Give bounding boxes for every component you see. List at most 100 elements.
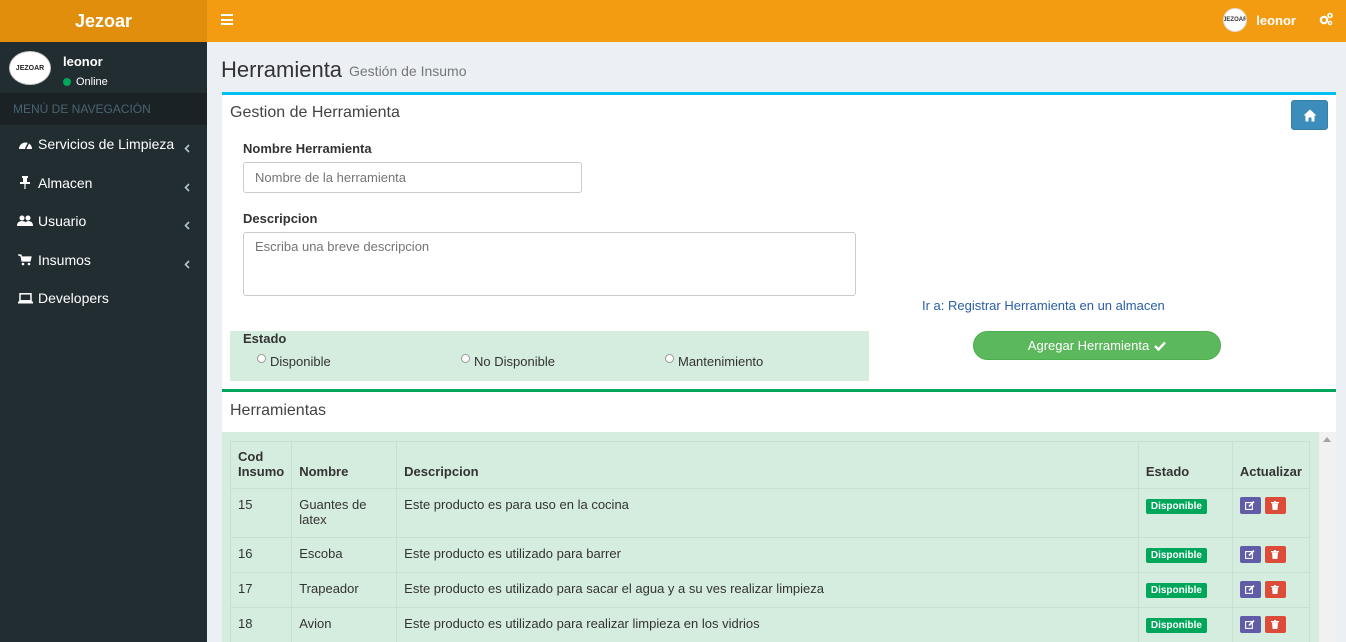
scroll-up-arrow-icon[interactable]	[1323, 437, 1331, 442]
table-row: 15 Guantes de latex Este producto es par…	[229, 488, 1311, 538]
table-scrollbar[interactable]	[1319, 432, 1336, 642]
cell-nombre: Trapeador	[291, 572, 398, 608]
name-label: Nombre Herramienta	[243, 141, 372, 156]
tools-table: Cod Insumo Nombre Descripcion Estado Act…	[229, 441, 1311, 642]
avatar: JEZOAR	[1223, 8, 1248, 32]
radio-icon	[665, 354, 674, 363]
column-header[interactable]: Nombre	[291, 441, 398, 489]
radio-icon	[257, 354, 266, 363]
cell-estado: Disponible	[1137, 488, 1233, 538]
edit-button[interactable]	[1239, 497, 1261, 514]
table-header-row: Cod Insumo Nombre Descripcion Estado Act…	[229, 441, 1311, 489]
edit-icon	[1245, 550, 1255, 559]
sidebar-toggle-icon[interactable]	[221, 14, 233, 25]
radio-label: Disponible	[270, 354, 331, 369]
main-content: Herramienta Gestión de Insumo Gestion de…	[207, 42, 1346, 642]
app-logo[interactable]: Jezoar	[0, 0, 207, 42]
online-dot-icon	[63, 78, 71, 86]
chevron-left-icon	[184, 179, 190, 195]
column-header[interactable]: Descripcion	[396, 441, 1139, 489]
dashboard-icon	[17, 137, 33, 151]
column-header[interactable]: Estado	[1137, 441, 1233, 489]
user-panel: JEZOAR leonor Online	[0, 42, 207, 93]
sidebar: JEZOAR leonor Online MENÚ DE NAVEGACIÓN …	[0, 42, 207, 642]
edit-button[interactable]	[1239, 581, 1261, 598]
cart-icon	[17, 253, 33, 267]
trash-icon	[1271, 585, 1280, 594]
estado-label: Estado	[243, 331, 287, 346]
pin-icon	[17, 176, 33, 190]
users-icon	[17, 214, 33, 228]
cell-cod: 16	[229, 537, 293, 573]
trash-icon	[1271, 501, 1280, 510]
trash-icon	[1271, 550, 1280, 559]
radio-label: No Disponible	[474, 354, 555, 369]
edit-button[interactable]	[1239, 546, 1261, 563]
delete-button[interactable]	[1264, 497, 1286, 514]
user-status-label: Online	[76, 76, 108, 88]
sidebar-item-label: Servicios de Limpieza	[38, 136, 175, 153]
chevron-left-icon	[184, 217, 190, 233]
chevron-left-icon	[184, 256, 190, 272]
register-in-warehouse-link[interactable]: Ir a: Registrar Herramienta en un almace…	[922, 298, 1165, 313]
tools-list-box: Herramientas Cod Insumo Nombre Descripci…	[222, 389, 1336, 642]
delete-button[interactable]	[1264, 546, 1286, 563]
sidebar-item-developers[interactable]: Developers	[0, 279, 207, 318]
page-subtitle: Gestión de Insumo	[349, 63, 467, 79]
trash-icon	[1271, 620, 1280, 629]
sidebar-item-almacen[interactable]: Almacen	[0, 164, 207, 203]
sidebar-user-name: leonor	[63, 54, 103, 69]
status-badge: Disponible	[1145, 618, 1207, 633]
table-row: 16 Escoba Este producto es utilizado par…	[229, 537, 1311, 573]
cell-actions	[1231, 488, 1311, 538]
delete-button[interactable]	[1264, 616, 1286, 633]
estado-group: Estado Disponible No Disponible Mantenim…	[230, 331, 869, 381]
cell-descripcion: Este producto es para uso en la cocina	[396, 488, 1139, 538]
edit-icon	[1245, 585, 1255, 594]
radio-label: Mantenimiento	[678, 354, 764, 369]
table-container: Cod Insumo Nombre Descripcion Estado Act…	[222, 432, 1336, 642]
status-badge: Disponible	[1145, 548, 1207, 563]
cell-estado: Disponible	[1137, 572, 1233, 608]
cell-estado: Disponible	[1137, 607, 1233, 642]
tool-name-input[interactable]	[243, 162, 582, 193]
cell-nombre: Guantes de latex	[291, 488, 398, 538]
home-button[interactable]	[1291, 100, 1328, 130]
user-status: Online	[63, 76, 108, 88]
radio-no-disponible[interactable]: No Disponible	[461, 354, 555, 369]
add-tool-button[interactable]: Agregar Herramienta	[973, 331, 1221, 360]
sidebar-item-label: Insumos	[38, 251, 91, 268]
edit-button[interactable]	[1239, 616, 1261, 633]
sidebar-item-insumos[interactable]: Insumos	[0, 241, 207, 280]
edit-icon	[1245, 620, 1255, 629]
radio-disponible[interactable]: Disponible	[257, 354, 331, 369]
sidebar-item-label: Almacen	[38, 174, 93, 191]
column-header[interactable]: Cod Insumo	[229, 441, 293, 489]
page-title: Herramienta	[221, 57, 343, 82]
avatar: JEZOAR	[9, 51, 51, 85]
column-header: Actualizar	[1231, 441, 1311, 489]
cell-estado: Disponible	[1137, 537, 1233, 573]
description-textarea[interactable]	[243, 232, 856, 296]
cell-cod: 18	[229, 607, 293, 642]
sidebar-item-usuario[interactable]: Usuario	[0, 202, 207, 241]
table-row: 17 Trapeador Este producto es utilizado …	[229, 572, 1311, 608]
home-icon	[1303, 109, 1316, 121]
gears-icon[interactable]	[1318, 11, 1334, 27]
radio-icon	[461, 354, 470, 363]
delete-button[interactable]	[1264, 581, 1286, 598]
add-tool-button-label: Agregar Herramienta	[1027, 338, 1150, 353]
user-menu[interactable]: JEZOAR leonor	[1223, 8, 1296, 32]
tools-list-title: Herramientas	[230, 402, 327, 419]
sidebar-item-servicios[interactable]: Servicios de Limpieza	[0, 125, 207, 164]
edit-icon	[1245, 501, 1255, 510]
description-label: Descripcion	[243, 211, 318, 226]
check-icon	[1154, 341, 1167, 351]
radio-mantenimiento[interactable]: Mantenimiento	[665, 354, 763, 369]
nav-header: MENÚ DE NAVEGACIÓN	[0, 93, 207, 125]
chevron-left-icon	[184, 140, 190, 156]
cell-nombre: Escoba	[291, 537, 398, 573]
form-box-title: Gestion de Herramienta	[230, 104, 400, 121]
sidebar-item-label: Developers	[38, 290, 109, 307]
table-row: 18 Avion Este producto es utilizado para…	[229, 607, 1311, 642]
